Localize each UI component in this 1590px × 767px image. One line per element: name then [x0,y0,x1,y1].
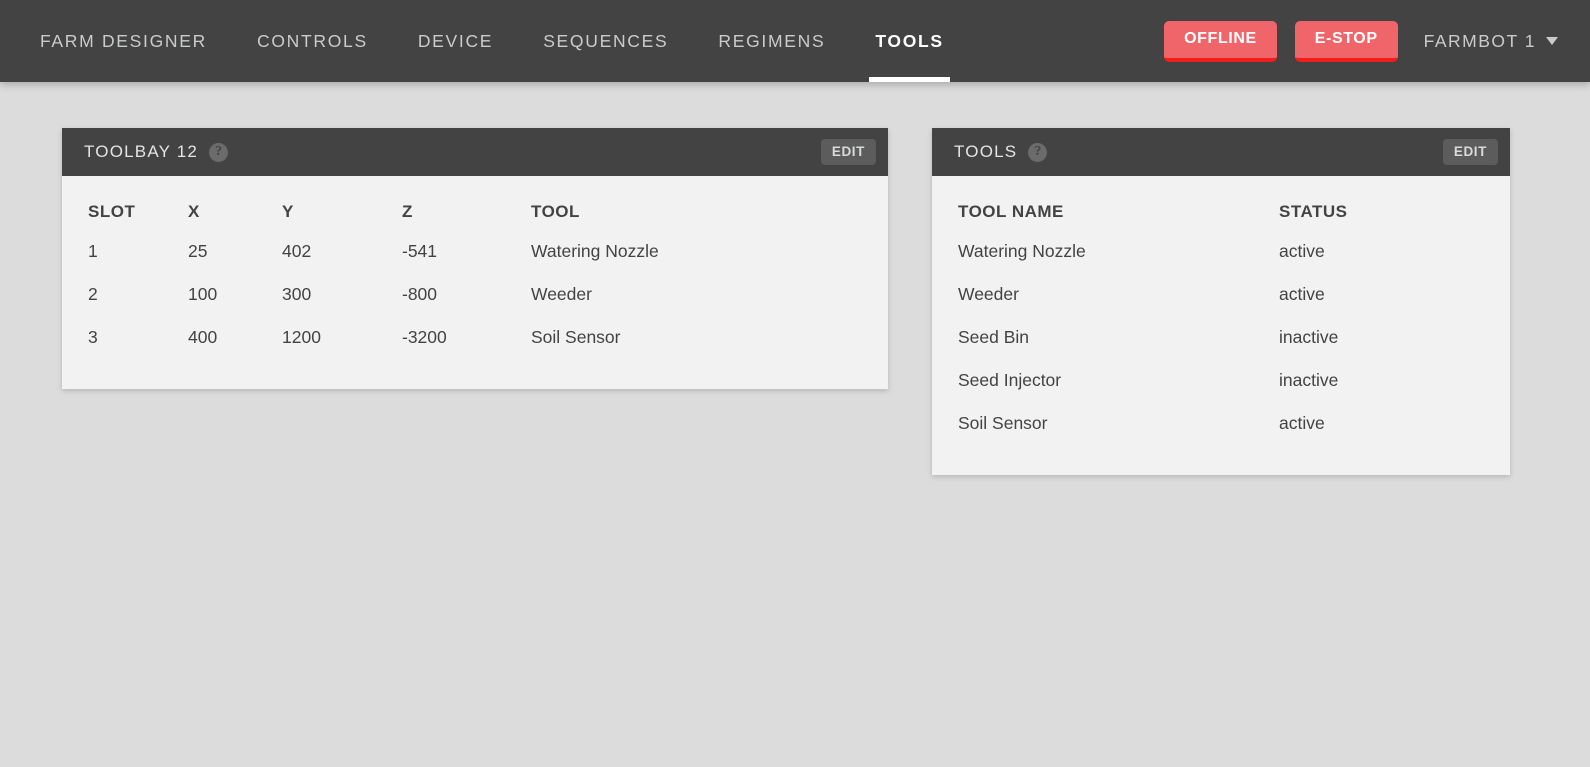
table-header-row: SLOT X Y Z TOOL [62,176,888,230]
toolbay-table: SLOT X Y Z TOOL 1 25 402 -541 Watering N… [62,176,888,359]
nav-item-farm-designer[interactable]: Farm Designer [40,0,223,82]
nav-item-tools[interactable]: Tools [859,0,959,82]
toolbay-panel-body: SLOT X Y Z TOOL 1 25 402 -541 Watering N… [62,176,888,389]
tools-panel: TOOLS ? EDIT TOOL NAME STATUS Watering N… [932,128,1510,475]
column-header-tool-name: TOOL NAME [958,202,1064,221]
cell-z: -800 [402,284,438,304]
cell-tool-name: Soil Sensor [958,413,1048,433]
table-row[interactable]: 1 25 402 -541 Watering Nozzle [62,230,888,273]
status-badge: inactive [1279,327,1339,347]
table-row[interactable]: Watering Nozzle active [932,230,1510,273]
status-badge: active [1279,413,1325,433]
question-mark-icon[interactable]: ? [209,142,229,162]
cell-tool: Watering Nozzle [531,241,659,261]
column-header-y: Y [282,202,294,221]
cell-slot: 3 [88,327,98,347]
nav-right-actions: OFFLINE E-STOP FARMBOT 1 [1164,20,1590,62]
offline-status-button[interactable]: OFFLINE [1164,20,1277,62]
toolbay-edit-button[interactable]: EDIT [820,139,876,165]
toolbay-panel-title: TOOLBAY 12 [84,142,199,161]
cell-x: 100 [188,284,218,304]
table-row[interactable]: Soil Sensor active [932,402,1510,445]
tools-table: TOOL NAME STATUS Watering Nozzle active … [932,176,1510,445]
table-row[interactable]: 2 100 300 -800 Weeder [62,273,888,316]
cell-z: -3200 [402,327,447,347]
top-navigation-bar: Farm Designer Controls Device Sequences … [0,0,1590,82]
cell-tool-name: Seed Bin [958,327,1030,347]
nav-item-label: Device [417,30,494,51]
page-content: TOOLBAY 12 ? EDIT SLOT X Y Z TOOL 1 25 4… [0,82,1590,475]
tools-panel-header: TOOLS ? EDIT [932,128,1510,176]
device-selector-menu[interactable]: FARMBOT 1 [1416,25,1566,58]
toolbay-panel: TOOLBAY 12 ? EDIT SLOT X Y Z TOOL 1 25 4… [62,128,888,389]
nav-item-label: Controls [256,30,368,51]
cell-y: 1200 [282,327,321,347]
tools-panel-body: TOOL NAME STATUS Watering Nozzle active … [932,176,1510,475]
device-name-label: FARMBOT 1 [1423,30,1536,51]
nav-item-label: Tools [875,30,944,51]
cell-slot: 1 [88,241,98,261]
cell-tool-name: Watering Nozzle [958,241,1086,261]
nav-links: Farm Designer Controls Device Sequences … [0,0,978,82]
cell-x: 25 [188,241,208,261]
column-header-status: STATUS [1279,202,1348,221]
cell-y: 402 [282,241,312,261]
cell-tool: Soil Sensor [531,327,621,347]
nav-item-label: Farm Designer [40,30,207,51]
cell-tool-name: Seed Injector [958,370,1062,390]
table-row[interactable]: Seed Injector inactive [932,359,1510,402]
table-row[interactable]: Weeder active [932,273,1510,316]
cell-z: -541 [402,241,438,261]
nav-item-label: Regimens [718,30,826,51]
status-badge: inactive [1279,370,1339,390]
table-header-row: TOOL NAME STATUS [932,176,1510,230]
nav-item-sequences[interactable]: Sequences [527,0,684,82]
nav-item-regimens[interactable]: Regimens [702,0,841,82]
cell-tool-name: Weeder [958,284,1019,304]
nav-item-device[interactable]: Device [402,0,509,82]
chevron-down-icon [1546,37,1558,45]
column-header-x: X [188,202,200,221]
status-badge: active [1279,284,1325,304]
nav-item-label: Sequences [543,30,669,51]
status-badge: active [1279,241,1325,261]
cell-x: 400 [188,327,218,347]
cell-tool: Weeder [531,284,592,304]
cell-y: 300 [282,284,312,304]
toolbay-panel-header: TOOLBAY 12 ? EDIT [62,128,888,176]
column-header-tool: TOOL [531,202,580,221]
table-row[interactable]: 3 400 1200 -3200 Soil Sensor [62,316,888,359]
column-header-slot: SLOT [88,202,136,221]
tools-panel-title: TOOLS [954,142,1018,161]
column-header-z: Z [402,202,413,221]
question-mark-icon[interactable]: ? [1028,142,1048,162]
nav-item-controls[interactable]: Controls [241,0,384,82]
cell-slot: 2 [88,284,98,304]
e-stop-button[interactable]: E-STOP [1294,20,1398,62]
table-row[interactable]: Seed Bin inactive [932,316,1510,359]
tools-edit-button[interactable]: EDIT [1442,139,1498,165]
